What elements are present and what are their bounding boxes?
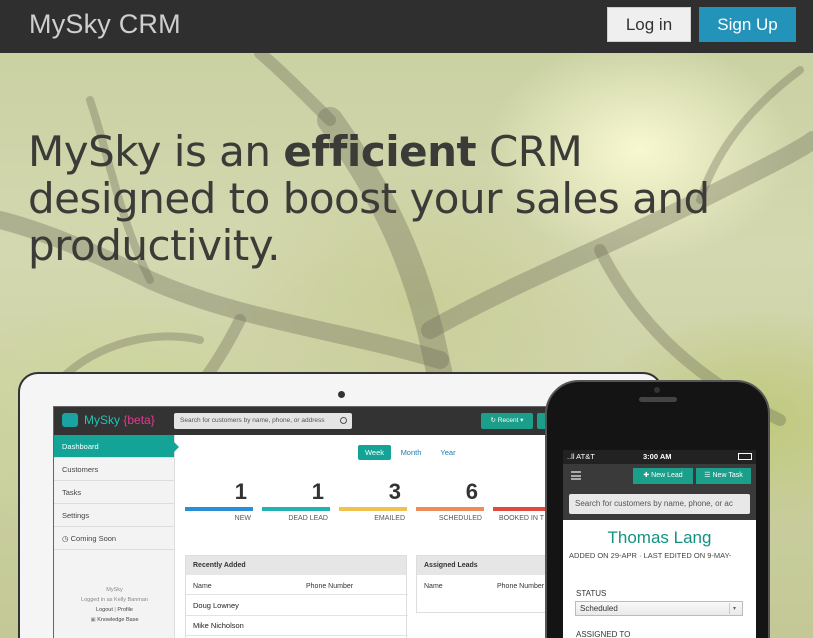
profile-link[interactable]: Profile xyxy=(117,607,133,613)
footer-separator: | xyxy=(114,607,116,613)
recent-dropdown-button[interactable]: ↻ Recent ▾ xyxy=(481,413,533,429)
panel-title: Recently Added xyxy=(186,556,406,575)
stat-dead-lead[interactable]: 1 DEAD LEAD xyxy=(262,479,330,522)
signup-button[interactable]: Sign Up xyxy=(699,7,796,42)
app-search-input[interactable]: Search for customers by name, phone, or … xyxy=(174,413,352,429)
chevron-down-icon: ▾ xyxy=(729,603,739,614)
stat-value: 1 xyxy=(311,479,324,504)
logout-link[interactable]: Logout xyxy=(96,607,113,613)
stat-label: SCHEDULED xyxy=(438,515,482,522)
contact-name: Thomas Lang xyxy=(607,528,712,547)
stat-value: 3 xyxy=(388,479,401,504)
column-header-phone: Phone Number xyxy=(497,583,545,590)
column-header-name: Name xyxy=(193,583,212,590)
headline-text-bold: efficient xyxy=(283,127,477,176)
app-name: MySky {beta} xyxy=(84,413,155,427)
clock-icon: ◷ xyxy=(62,534,69,543)
period-tab-month[interactable]: Month xyxy=(396,445,426,460)
login-button[interactable]: Log in xyxy=(607,7,691,42)
top-navbar: MySky CRM Log in Sign Up xyxy=(0,0,813,53)
stat-scheduled[interactable]: 6 SCHEDULED xyxy=(416,479,484,522)
stat-bar xyxy=(416,507,484,511)
phone-speaker xyxy=(639,397,677,402)
app-header: MySky {beta} Search for customers by nam… xyxy=(54,407,572,435)
stat-bar xyxy=(262,507,330,511)
stat-label: EMAILED xyxy=(374,515,405,522)
period-tab-year[interactable]: Year xyxy=(434,445,462,460)
hero-headline: MySky is an efficient CRM designed to bo… xyxy=(28,128,768,269)
stat-bar xyxy=(185,507,253,511)
search-icon xyxy=(340,417,347,424)
headline-text-pre: MySky is an xyxy=(28,127,284,176)
stat-bar xyxy=(339,507,407,511)
sidebar-item-dashboard[interactable]: Dashboard xyxy=(54,435,179,458)
sidebar-item-coming-soon[interactable]: ◷ Coming Soon xyxy=(54,527,174,550)
laptop-camera xyxy=(338,391,345,398)
new-task-button[interactable]: ☰ New Task xyxy=(696,468,751,484)
status-label: STATUS xyxy=(576,589,607,598)
stat-new[interactable]: 1 NEW xyxy=(185,479,253,522)
table-row[interactable]: Mike Nicholson xyxy=(193,621,244,630)
phone-status-bar: ..ll AT&T 3:00 AM xyxy=(563,450,756,464)
sidebar-item-label: Coming Soon xyxy=(70,534,117,543)
footer-app-name: MySky xyxy=(106,587,123,593)
sidebar-item-tasks[interactable]: Tasks xyxy=(54,481,174,504)
book-icon: ▣ xyxy=(90,617,96,623)
phone-search-input[interactable]: Search for customers by name, phone, or … xyxy=(569,494,750,514)
battery-icon xyxy=(738,453,752,460)
phone-mockup: ..ll AT&T 3:00 AM ✚ New Lead ☰ New Task … xyxy=(545,380,770,638)
phone-camera xyxy=(654,387,660,393)
contact-meta: ADDED ON 29-APR · LAST EDITED ON 9-MAY- xyxy=(569,551,732,560)
column-header-phone: Phone Number xyxy=(306,583,354,590)
row-divider xyxy=(186,635,408,636)
status-time: 3:00 AM xyxy=(643,452,672,461)
phone-toolbar: ✚ New Lead ☰ New Task xyxy=(563,464,756,488)
app-beta-badge: {beta} xyxy=(123,413,155,427)
column-header-name: Name xyxy=(424,583,443,590)
stat-emailed[interactable]: 3 EMAILED xyxy=(339,479,407,522)
app-logo-icon xyxy=(62,413,78,427)
phone-search-bar: Search for customers by name, phone, or … xyxy=(563,488,756,520)
sidebar-item-customers[interactable]: Customers xyxy=(54,458,174,481)
new-lead-button[interactable]: ✚ New Lead xyxy=(633,468,693,484)
knowledge-base-link[interactable]: Knowledge Base xyxy=(97,617,138,623)
stat-value: 1 xyxy=(234,479,247,504)
status-select-value: Scheduled xyxy=(580,604,618,613)
sidebar-footer: MySky Logged in as Kelly Banman Logout |… xyxy=(54,585,175,625)
carrier-signal: ..ll AT&T xyxy=(567,452,595,461)
footer-logged-in: Logged in as Kelly Banman xyxy=(81,597,148,603)
laptop-screen: MySky {beta} Search for customers by nam… xyxy=(53,406,573,638)
row-divider xyxy=(186,594,408,595)
period-tab-week[interactable]: Week xyxy=(358,445,391,460)
table-row[interactable]: Doug Lowney xyxy=(193,601,239,610)
stat-value: 6 xyxy=(465,479,478,504)
app-name-text: MySky xyxy=(84,413,120,427)
recently-added-panel: Recently Added Name Phone Number Doug Lo… xyxy=(185,555,408,638)
hamburger-menu-icon[interactable] xyxy=(571,471,581,480)
row-divider xyxy=(186,615,408,616)
phone-screen: ..ll AT&T 3:00 AM ✚ New Lead ☰ New Task … xyxy=(563,450,756,638)
sidebar-item-settings[interactable]: Settings xyxy=(54,504,174,527)
app-sidebar: Dashboard Customers Tasks Settings ◷ Com… xyxy=(54,435,179,638)
app-search-placeholder: Search for customers by name, phone, or … xyxy=(180,417,325,424)
stat-label: NEW xyxy=(234,515,251,522)
assigned-to-label: ASSIGNED TO xyxy=(576,630,631,638)
status-select[interactable]: Scheduled ▾ xyxy=(575,601,743,616)
stat-label: DEAD LEAD xyxy=(288,515,328,522)
brand-logo[interactable]: MySky CRM xyxy=(29,9,181,40)
